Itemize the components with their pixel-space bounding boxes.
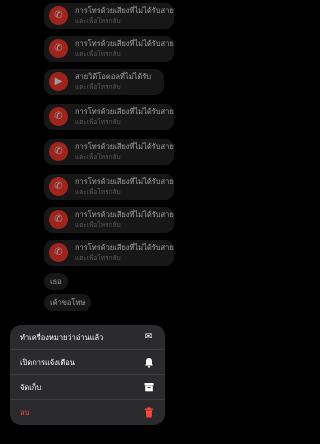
menu-item-label: จัดเก็บ xyxy=(20,383,42,392)
archive-box-icon xyxy=(143,382,154,393)
trash-icon xyxy=(143,407,154,418)
menu-item-label: เปิดการแจ้งเตือน xyxy=(20,358,75,367)
menu-item-label: ทำเครื่องหมายว่าอ่านแล้ว xyxy=(20,333,104,342)
bell-icon xyxy=(143,357,154,368)
menu-item-mark-as-read[interactable]: ทำเครื่องหมายว่าอ่านแล้ว ✉ xyxy=(10,325,165,350)
menu-item-label: ลบ xyxy=(20,408,30,417)
context-menu: ทำเครื่องหมายว่าอ่านแล้ว ✉ เปิดการแจ้งเต… xyxy=(10,325,165,425)
menu-item-delete[interactable]: ลบ xyxy=(10,400,165,425)
menu-item-turn-on-notifications[interactable]: เปิดการแจ้งเตือน xyxy=(10,350,165,375)
envelope-open-icon: ✉ xyxy=(144,332,153,342)
menu-item-archive[interactable]: จัดเก็บ xyxy=(10,375,165,400)
